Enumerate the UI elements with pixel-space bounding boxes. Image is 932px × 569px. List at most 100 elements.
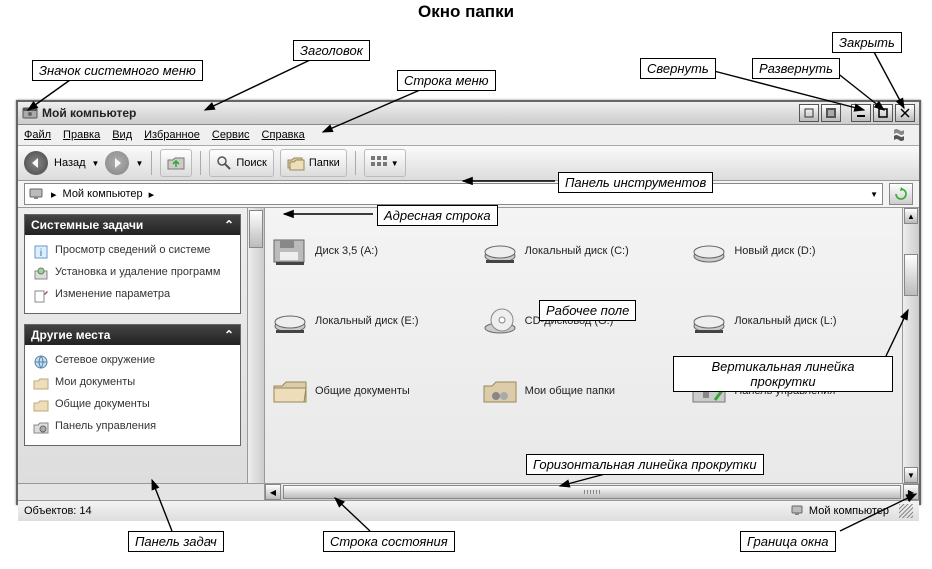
collapse-icon: ⌃ <box>224 218 234 232</box>
drive-c[interactable]: Локальный диск (C:) <box>481 218 687 284</box>
install-icon <box>33 266 49 282</box>
titlebar[interactable]: Мой компьютер <box>18 102 919 125</box>
views-button[interactable]: ▼ <box>364 149 406 177</box>
explorer-window: Мой компьютер Файл Правка Вид Избранное … <box>16 100 921 505</box>
resize-grip[interactable] <box>899 504 913 518</box>
extra-button-1[interactable] <box>799 104 819 122</box>
network-icon <box>33 354 49 370</box>
my-shared-folders[interactable]: Мои общие папки <box>481 358 687 424</box>
address-sep-1: ▸ <box>51 188 57 201</box>
item-label: Локальный диск (L:) <box>734 315 836 327</box>
minimize-button[interactable] <box>851 104 871 122</box>
close-button[interactable] <box>895 104 915 122</box>
callout-sysmenu-icon: Значок системного меню <box>32 60 203 81</box>
menu-help[interactable]: Справка <box>262 129 305 141</box>
forward-button[interactable] <box>105 151 129 175</box>
extra-button-2[interactable] <box>821 104 841 122</box>
menu-view[interactable]: Вид <box>112 129 132 141</box>
system-tasks-box: Системные задачи ⌃ i Просмотр сведений о… <box>24 214 241 314</box>
computer-icon <box>791 505 805 517</box>
task-system-info[interactable]: i Просмотр сведений о системе <box>33 241 232 263</box>
other-places-title: Другие места <box>31 328 110 342</box>
status-bar: Объектов: 14 Мой компьютер <box>18 500 919 521</box>
maximize-button[interactable] <box>873 104 893 122</box>
back-label[interactable]: Назад <box>54 157 86 169</box>
item-label: Диск 3,5 (A:) <box>315 245 378 257</box>
address-bar: ▸ Мой компьютер ▸ ▼ <box>18 181 919 208</box>
scrollbar-thumb[interactable] <box>904 254 918 296</box>
callout-hscroll: Горизонтальная линейка прокрутки <box>526 454 764 475</box>
system-menu-icon[interactable] <box>22 105 38 121</box>
folders-button[interactable]: Папки <box>280 149 347 177</box>
scroll-up-arrow[interactable]: ▲ <box>904 208 918 224</box>
menu-file[interactable]: Файл <box>24 129 51 141</box>
file-grid: Диск 3,5 (A:) Локальный диск (C:) Новый … <box>265 208 902 483</box>
scroll-left-arrow[interactable]: ◀ <box>265 484 281 500</box>
scroll-down-arrow[interactable]: ▼ <box>904 467 918 483</box>
windows-flag-icon[interactable] <box>891 127 913 143</box>
button-separator <box>843 104 849 120</box>
scrollbar-thumb[interactable] <box>249 210 263 248</box>
drive-floppy-a[interactable]: Диск 3,5 (A:) <box>271 218 477 284</box>
callout-address: Адресная строка <box>377 205 498 226</box>
horizontal-scrollbar[interactable]: ◀ ▶ <box>265 484 919 500</box>
hdd-icon <box>690 304 728 338</box>
address-sep-2: ▸ <box>149 188 155 201</box>
item-label: Мои общие папки <box>525 385 615 397</box>
drive-l[interactable]: Локальный диск (L:) <box>690 288 896 354</box>
place-mydocs[interactable]: Мои документы <box>33 373 232 395</box>
menubar: Файл Правка Вид Избранное Сервис Справка <box>18 125 919 146</box>
search-icon <box>216 155 232 171</box>
drive-e[interactable]: Локальный диск (E:) <box>271 288 477 354</box>
place-cpanel[interactable]: Панель управления <box>33 417 232 439</box>
task-add-remove[interactable]: Установка и удаление программ <box>33 263 232 285</box>
address-input[interactable]: ▸ Мой компьютер ▸ ▼ <box>24 183 883 205</box>
task-label: Установка и удаление программ <box>55 266 220 278</box>
address-dropdown-icon[interactable]: ▼ <box>870 190 878 199</box>
collapse-icon: ⌃ <box>224 328 234 342</box>
other-places-header[interactable]: Другие места ⌃ <box>25 325 240 345</box>
task-label: Изменение параметра <box>55 288 170 300</box>
item-label: Локальный диск (E:) <box>315 315 419 327</box>
views-icon <box>371 156 387 170</box>
up-button[interactable] <box>160 149 192 177</box>
drive-cd-g[interactable]: CD-дисковод (G:) <box>481 288 687 354</box>
search-button[interactable]: Поиск <box>209 149 273 177</box>
task-change-setting[interactable]: Изменение параметра <box>33 285 232 307</box>
menu-favorites[interactable]: Избранное <box>144 129 200 141</box>
back-button[interactable] <box>24 151 48 175</box>
place-network[interactable]: Сетевое окружение <box>33 351 232 373</box>
work-area[interactable]: Диск 3,5 (A:) Локальный диск (C:) Новый … <box>265 208 919 483</box>
callout-vscroll: Вертикальная линейка прокрутки <box>673 356 893 392</box>
folder-up-icon <box>167 155 185 171</box>
callout-titlebar: Заголовок <box>293 40 370 61</box>
callout-menubar: Строка меню <box>397 70 496 91</box>
hscroll-spacer <box>18 484 265 500</box>
cpanel-icon <box>33 420 49 436</box>
place-shareddocs[interactable]: Общие документы <box>33 395 232 417</box>
other-places-box: Другие места ⌃ Сетевое окружение Мои док… <box>24 324 241 446</box>
diagram-title: Окно папки <box>0 2 932 22</box>
menu-edit[interactable]: Правка <box>63 129 100 141</box>
drive-d[interactable]: Новый диск (D:) <box>690 218 896 284</box>
place-label: Сетевое окружение <box>55 354 155 366</box>
item-label: Новый диск (D:) <box>734 245 815 257</box>
forward-dropdown-icon[interactable]: ▼ <box>135 159 143 168</box>
back-dropdown-icon[interactable]: ▼ <box>92 159 100 168</box>
menu-tools[interactable]: Сервис <box>212 129 250 141</box>
go-button[interactable] <box>889 183 913 205</box>
system-tasks-header[interactable]: Системные задачи ⌃ <box>25 215 240 235</box>
sidebar-scrollbar[interactable] <box>247 208 264 483</box>
vertical-scrollbar[interactable]: ▲ ▼ <box>902 208 919 483</box>
toolbar-separator-2 <box>200 151 201 175</box>
window-body: Системные задачи ⌃ i Просмотр сведений о… <box>18 208 919 483</box>
shared-documents[interactable]: Общие документы <box>271 358 477 424</box>
scroll-right-arrow[interactable]: ▶ <box>903 484 919 500</box>
folders-icon <box>287 155 305 171</box>
item-label: Локальный диск (C:) <box>525 245 629 257</box>
scrollbar-thumb[interactable] <box>283 485 901 499</box>
callout-taskpanel: Панель задач <box>128 531 224 552</box>
callout-minimize: Свернуть <box>640 58 716 79</box>
place-label: Панель управления <box>55 420 156 432</box>
folders-label: Папки <box>309 157 340 169</box>
